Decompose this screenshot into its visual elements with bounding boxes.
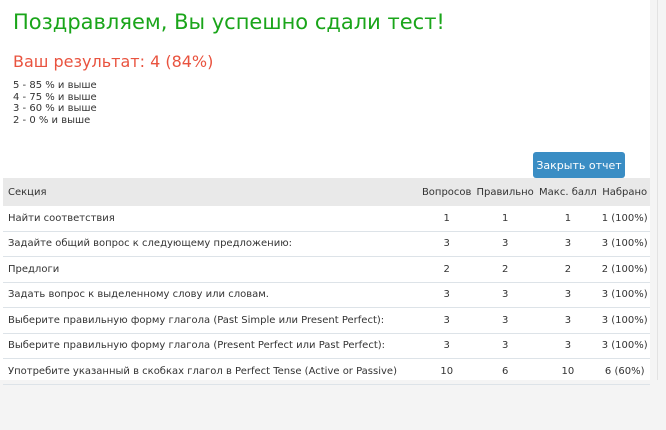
column-header: Вопросов: [419, 178, 474, 206]
table-cell: 2: [419, 256, 474, 283]
column-header: Набрано: [599, 178, 650, 206]
results-table: Секция Вопросов Правильно Макс. балл Набрано…: [3, 178, 650, 385]
table-cell: 1: [536, 206, 600, 232]
table-cell: 3: [536, 231, 600, 257]
table-cell: 2: [473, 256, 537, 283]
table-cell: 10: [536, 358, 600, 385]
table-cell: 1: [473, 206, 537, 232]
table-row: Задайте общий вопрос к следующему предло…: [3, 231, 650, 257]
table-cell: 6 (60%): [599, 358, 650, 385]
report-panel: Поздравляем, Вы успешно сдали тест! Ваш …: [0, 0, 650, 385]
table-cell: 3: [419, 282, 474, 308]
table-cell: 3 (100%): [599, 282, 650, 308]
close-report-button[interactable]: Закрыть отчет: [533, 152, 625, 178]
grade-scale-item: 4 - 75 % и выше: [13, 91, 97, 103]
table-cell: Найти соответствия: [3, 206, 420, 232]
table-row: Задать вопрос к выделенному слову или сл…: [3, 282, 650, 308]
table-row: Выберите правильную форму глагола (Past …: [3, 307, 650, 334]
table-cell: 3 (100%): [599, 333, 650, 359]
table-cell: Задайте общий вопрос к следующему предло…: [3, 231, 420, 257]
page-title: Поздравляем, Вы успешно сдали тест!: [13, 10, 445, 34]
table-cell: 3: [419, 231, 474, 257]
table-cell: Употребите указанный в скобках глагол в …: [3, 358, 420, 385]
table-cell: Задать вопрос к выделенному слову или сл…: [3, 282, 420, 308]
table-row: Предлоги 2 2 2 2 (100%): [3, 256, 650, 283]
table-row: Выберите правильную форму глагола (Prese…: [3, 333, 650, 359]
table-cell: 3: [536, 282, 600, 308]
table-cell: 2 (100%): [599, 256, 650, 283]
table-cell: 1: [419, 206, 474, 232]
table-cell: 3: [536, 307, 600, 334]
grade-scale-item: 3 - 60 % и выше: [13, 103, 97, 114]
table-cell: 3: [536, 333, 600, 359]
table-cell: 3: [419, 307, 474, 334]
grade-scale-item: 5 - 85 % и выше: [13, 80, 97, 91]
table-cell: 3: [473, 231, 537, 257]
scrollbar-edge: [657, 0, 658, 380]
table-cell: Выберите правильную форму глагола (Prese…: [3, 333, 420, 359]
column-header: Макс. балл: [536, 178, 600, 206]
table-row: Найти соответствия 1 1 1 1 (100%): [3, 206, 650, 232]
table-cell: 6: [473, 358, 537, 385]
table-cell: 2: [536, 256, 600, 283]
table-cell: 3: [473, 307, 537, 334]
grade-scale-item: 2 - 0 % и выше: [13, 114, 91, 126]
table-cell: 3 (100%): [599, 231, 650, 257]
table-cell: Выберите правильную форму глагола (Past …: [3, 307, 420, 334]
grade-scale: 5 - 85 % и выше 4 - 75 % и выше 3 - 60 %…: [13, 80, 97, 126]
column-header: Правильно: [473, 178, 537, 206]
table-row: Употребите указанный в скобках глагол в …: [3, 358, 650, 385]
table-cell: 10: [419, 358, 474, 385]
table-cell: Предлоги: [3, 256, 420, 283]
table-cell: 3: [473, 282, 537, 308]
column-header: Секция: [3, 178, 420, 206]
table-cell: 3 (100%): [599, 307, 650, 334]
table-cell: 3: [473, 333, 537, 359]
result-text: Ваш результат: 4 (84%): [13, 52, 214, 71]
table-cell: 1 (100%): [599, 206, 650, 232]
table-cell: 3: [419, 333, 474, 359]
